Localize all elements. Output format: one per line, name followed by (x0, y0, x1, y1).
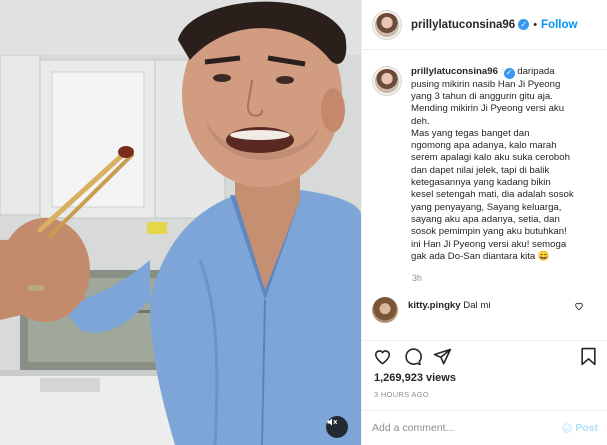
bookmark-icon (580, 347, 596, 366)
follow-button[interactable]: Follow (541, 19, 577, 31)
post-timestamp[interactable]: 3 HOURS AGO (374, 390, 429, 399)
caption-username[interactable]: prillylatuconsina96 (411, 66, 498, 77)
post-comment-button[interactable]: Post (562, 422, 598, 434)
caption-avatar[interactable] (372, 66, 402, 96)
audio-toggle-button[interactable] (326, 416, 348, 438)
caption-line: deh. (411, 115, 430, 127)
avatar[interactable] (372, 9, 402, 40)
like-button[interactable] (370, 345, 394, 369)
comment-text: kitty.pingky Dal mi (408, 300, 568, 311)
caption-line: ini Han Ji Pyeong versi aku! semoga (411, 238, 567, 250)
post-panel: prillylatuconsina96 ✓ • Follow prillylat… (361, 0, 607, 445)
post-header: prillylatuconsina96 ✓ • Follow (362, 0, 607, 50)
caption-line: kesel setengah mati, dia adalah sosok (411, 189, 574, 201)
caption-line: Mas yang tegas banget dan (411, 127, 530, 139)
comment-input[interactable] (372, 422, 552, 434)
share-button[interactable] (430, 345, 454, 369)
post-video[interactable] (0, 0, 361, 445)
comment-like-heart-icon[interactable] (574, 301, 584, 311)
save-button[interactable] (576, 345, 600, 369)
caption-line: yang 3 tahun di anggurin gitu aja. (411, 90, 553, 102)
caption-line: daripada (517, 66, 555, 77)
verified-badge-icon: ✓ (503, 67, 515, 79)
caption-line: gak ada Do-San diantara kita 😄 (411, 250, 550, 262)
caption-timestamp[interactable]: 3h (412, 273, 598, 283)
action-bar (362, 340, 607, 372)
comment-item: kitty.pingky Dal mi (372, 297, 598, 324)
comment-icon (404, 348, 422, 366)
caption-line: sosok pemimpin yang aku butuhkan! (411, 226, 567, 238)
caption-line: dan dapet nilai jelek, tapi di balik (411, 164, 550, 176)
caption-line: ngomong apa adanya, kalo marah (411, 140, 557, 152)
speaker-icon (327, 418, 337, 426)
comment-button[interactable] (400, 345, 424, 369)
author-username[interactable]: prillylatuconsina96 (411, 19, 515, 31)
post-label: Post (575, 422, 598, 434)
separator-dot: • (533, 18, 538, 31)
commenter-username[interactable]: kitty.pingky (408, 300, 461, 311)
caption-line: yang penyayang, Sayang keluarga, (411, 201, 562, 213)
commenter-avatar[interactable] (372, 297, 398, 324)
heart-icon (374, 350, 390, 365)
emoji-icon (562, 423, 572, 433)
video-frame-illustration (0, 0, 361, 445)
caption-line: ketegasannya yang kadang bikin (411, 177, 551, 189)
comments-section[interactable]: prillylatuconsina96 ✓ daripada pusing mi… (362, 50, 607, 340)
caption-line: pusing mikirin nasib Han Ji Pyeong (411, 78, 561, 90)
comment-composer: Post (362, 410, 607, 445)
caption: prillylatuconsina96 ✓ daripada pusing mi… (372, 66, 598, 263)
view-count[interactable]: 1,269,923 views (374, 372, 456, 384)
comment-body: Dal mi (463, 300, 491, 312)
share-icon (433, 348, 451, 365)
caption-line: serem apalagi kalo aku suka ceroboh (411, 152, 570, 164)
caption-line: sayang aku apa adanya, setia, dan (411, 213, 560, 225)
caption-text: prillylatuconsina96 ✓ daripada pusing mi… (411, 66, 598, 263)
verified-badge-icon: ✓ (518, 19, 530, 30)
caption-line: Mending mikirin Ji Pyeong versi aku (411, 103, 565, 115)
